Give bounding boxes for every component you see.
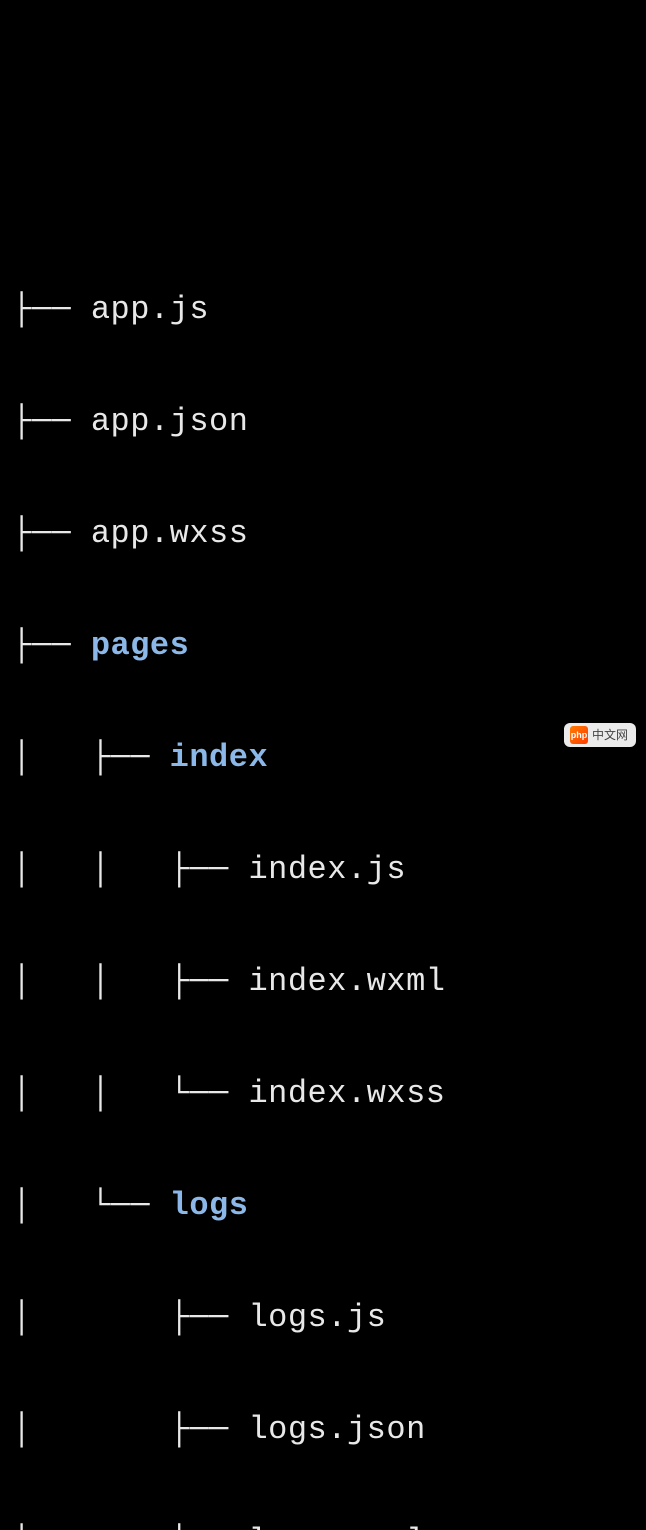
tree-branch: │ ├── [12,739,170,776]
file-index-wxml: index.wxml [248,963,445,1000]
tree-branch: ├── [12,403,91,440]
watermark-logo-icon: php [570,726,588,744]
file-tree: ├── app.js ├── app.json ├── app.wxss ├──… [0,224,646,1530]
tree-branch: │ ├── [12,1299,248,1336]
dir-index: index [170,739,269,776]
tree-row: │ ├── logs.js [12,1290,646,1346]
file-index-wxss: index.wxss [248,1075,445,1112]
tree-branch: │ │ ├── [12,851,248,888]
tree-row: ├── app.json [12,394,646,450]
file-logs-js: logs.js [248,1299,386,1336]
file-logs-json: logs.json [248,1411,425,1448]
tree-row: ├── app.js [12,282,646,338]
tree-branch: │ │ ├── [12,963,248,1000]
file-app-wxss: app.wxss [91,515,249,552]
tree-row: │ └── logs [12,1178,646,1234]
tree-row: │ │ ├── index.js [12,842,646,898]
tree-row: │ │ └── index.wxss [12,1066,646,1122]
watermark-text: 中文网 [592,729,628,741]
tree-row: │ ├── logs.json [12,1402,646,1458]
file-index-js: index.js [248,851,406,888]
tree-row: ├── pages [12,618,646,674]
file-app-js: app.js [91,291,209,328]
dir-logs: logs [170,1187,249,1224]
tree-row: ├── app.wxss [12,506,646,562]
tree-branch: ├── [12,627,91,664]
tree-branch: │ ├── [12,1523,248,1530]
tree-branch: │ ├── [12,1411,248,1448]
tree-branch: │ │ └── [12,1075,248,1112]
watermark-badge: php 中文网 [564,723,636,747]
file-app-json: app.json [91,403,249,440]
file-logs-wxml: logs.wxml [248,1523,425,1530]
tree-row: │ ├── index [12,730,646,786]
tree-branch: ├── [12,515,91,552]
dir-pages: pages [91,627,190,664]
tree-branch: │ └── [12,1187,170,1224]
tree-branch: ├── [12,291,91,328]
tree-row: │ │ ├── index.wxml [12,954,646,1010]
tree-row: │ ├── logs.wxml [12,1514,646,1530]
